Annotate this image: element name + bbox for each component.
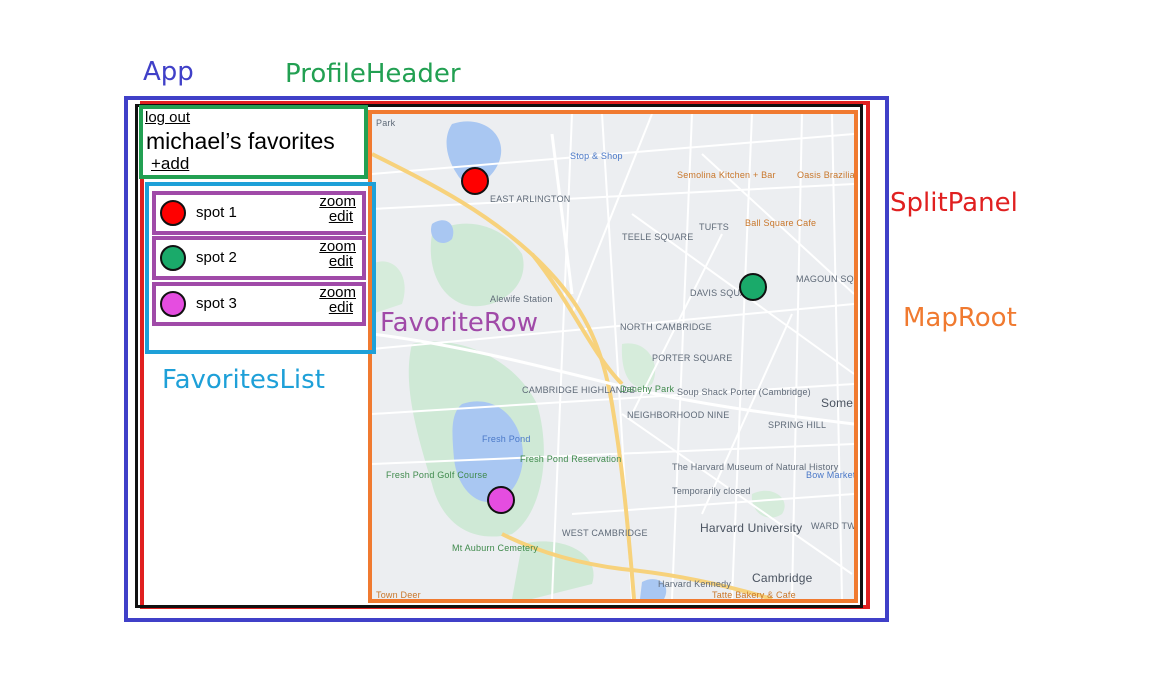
edit-link[interactable]: edit [329,300,353,316]
profile-header-annotation-label: ProfileHeader [285,59,461,89]
app-annotation-label: App [143,57,194,87]
map-label-harvard-university: Harvard University [700,521,803,535]
map-label-fresh-pond-golf: Fresh Pond Golf Course [386,470,488,480]
spot-color-dot [160,291,186,317]
map-label-west-cambridge: WEST CAMBRIDGE [562,528,648,538]
map-label-cambridge: Cambridge [752,571,813,585]
favorite-name: spot 3 [196,295,237,312]
map-label-ball-square: Ball Square Cafe [745,218,817,228]
map-label-oasis: Oasis Brazilian [797,170,858,180]
map-label-east-arlington: EAST ARLINGTON [490,194,571,204]
map-label-town-deer: Town Deer [376,590,421,600]
edit-link[interactable]: edit [329,254,353,270]
map-label-tufts: TUFTS [699,222,729,232]
map-label-neighborhood-nine: NEIGHBORHOOD NINE [627,410,730,420]
favorite-name: spot 2 [196,249,237,266]
favorite-row[interactable]: spot 1 zoom edit [152,191,366,235]
map-label-magoun: MAGOUN SQUARE [796,274,854,284]
map-label-tatte: Tatte Bakery & Cafe [712,590,796,600]
map-label-north-cambridge: NORTH CAMBRIDGE [620,322,712,332]
edit-link[interactable]: edit [329,209,353,225]
map-label-spring-hill: SPRING HILL [768,420,827,430]
map-label-soup-shack: Soup Shack Porter (Cambridge) [677,387,811,397]
map-label-teele: TEELE SQUARE [622,232,694,242]
map-marker-spot-2[interactable] [739,273,767,301]
map-label-alewife: Alewife Station [490,294,553,304]
favorite-name: spot 1 [196,204,237,221]
add-favorite-link[interactable]: +add [151,154,189,174]
map-label-fresh-pond-reservation: Fresh Pond Reservation [520,454,622,464]
map-label-bow-market: Bow Market [806,470,856,480]
map-label-somer: Somer [821,396,858,410]
favorite-row[interactable]: spot 3 zoom edit [152,282,366,326]
map-label-mt-auburn: Mt Auburn Cemetery [452,543,539,553]
split-panel-annotation-label: SplitPanel [890,188,1018,218]
favorite-row-annotation-label: FavoriteRow [380,308,538,338]
logout-link[interactable]: log out [145,109,190,126]
map-label-fresh-pond: Fresh Pond [482,434,531,444]
map-root-annotation-label: MapRoot [903,303,1017,333]
spot-color-dot [160,245,186,271]
map-marker-spot-1[interactable] [461,167,489,195]
map-label-danehy: Danehy Park [620,384,675,394]
map-root[interactable]: Park EAST ARLINGTON Stop & Shop Semolina… [368,110,858,603]
map-label-semolina: Semolina Kitchen + Bar [677,170,776,180]
map-label-harvard-kennedy: Harvard Kennedy [658,579,732,589]
map-label-porter: PORTER SQUARE [652,353,733,363]
map-label-stop-shop: Stop & Shop [570,151,623,161]
map-label-ward-two: WARD TWO [811,521,858,531]
spot-color-dot [160,200,186,226]
profile-title: michael’s favorites [146,128,335,154]
map-label-cambridge-highlands: CAMBRIDGE HIGHLANDS [522,385,636,395]
map-marker-spot-3[interactable] [487,486,515,514]
map-label-park: Park [376,118,396,128]
map-label-temporarily-closed: Temporarily closed [672,486,751,496]
favorite-row[interactable]: spot 2 zoom edit [152,236,366,280]
